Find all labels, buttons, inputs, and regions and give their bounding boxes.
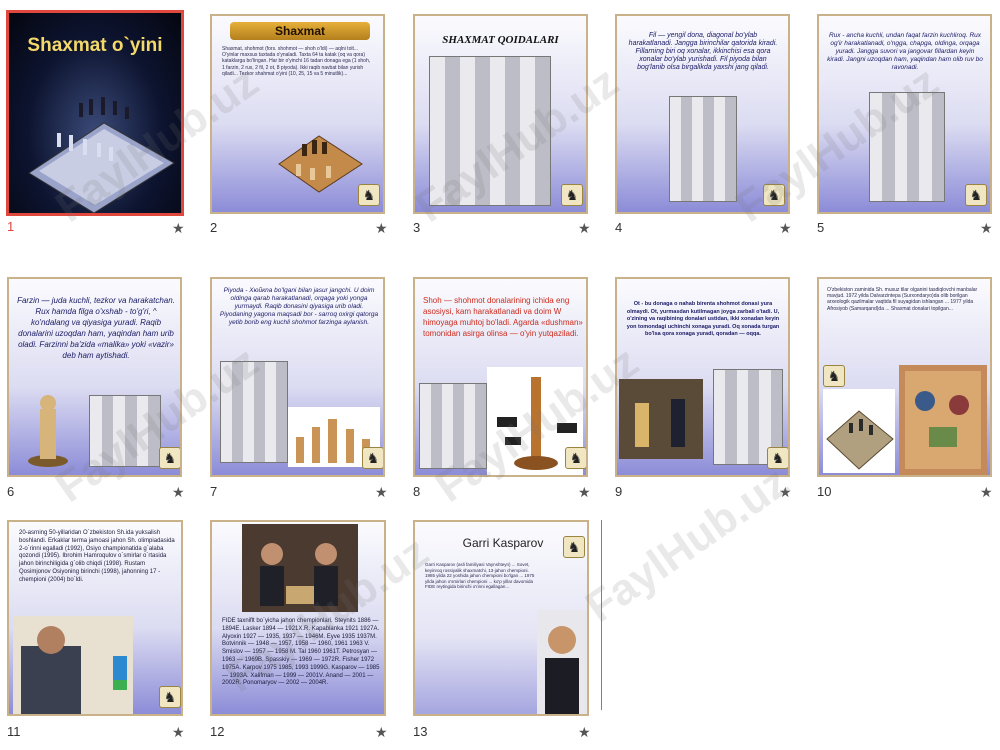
- chessboard-image: [28, 97, 175, 213]
- slide-number-2: 2: [210, 220, 218, 235]
- slide-number-1: 1: [7, 219, 15, 234]
- transition-star-icon[interactable]: ★: [578, 220, 591, 237]
- transition-star-icon[interactable]: ★: [578, 484, 591, 501]
- slide-body-text: Garri Kasparov (asli familiyasi Vaynshte…: [425, 562, 535, 590]
- knight-logo-icon: ♞: [563, 536, 585, 558]
- transition-star-icon[interactable]: ★: [779, 484, 792, 501]
- slide-number-8: 8: [413, 484, 421, 499]
- transition-star-icon[interactable]: ★: [172, 484, 185, 501]
- knight-logo-icon: ♞: [823, 365, 845, 387]
- transition-star-icon[interactable]: ★: [578, 724, 591, 741]
- chessboard-grid: [869, 92, 945, 202]
- knight-logo-icon: ♞: [358, 184, 380, 206]
- players-photo: [242, 524, 358, 612]
- slide-title: Shaxmat o`yini: [27, 35, 163, 56]
- knight-logo-icon: ♞: [159, 686, 181, 708]
- chessboard-grid: [220, 361, 288, 463]
- slide-thumbnail-3[interactable]: SHAXMAT QOIDALARI ♞: [413, 14, 588, 214]
- slide-thumbnail-6[interactable]: Farzin — juda kuchli, tezkor va harakatc…: [7, 277, 182, 477]
- slide-sorter-view: { "watermark": "FaylHub.uz", "selected_s…: [0, 0, 1000, 750]
- slide-thumbnail-10[interactable]: O'zbekiston zaminida Sh. musuz tilar olg…: [817, 277, 992, 477]
- kasparov-photo: [537, 610, 587, 714]
- slide-title: SHAXMAT QOIDALARI: [442, 34, 559, 46]
- slide-thumbnail-4[interactable]: Fil — yengil dona, diagonal bo'ylab hara…: [615, 14, 790, 214]
- transition-star-icon[interactable]: ★: [172, 220, 185, 237]
- slide-body-text: Ot - bu donaga o nahab birenta shohmot d…: [626, 301, 780, 337]
- knight-logo-icon: ♞: [767, 447, 788, 469]
- slide-thumbnail-5[interactable]: Rux - ancha kuchli, undan faqat farzin k…: [817, 14, 992, 214]
- transition-star-icon[interactable]: ★: [779, 220, 792, 237]
- player-photo: [13, 616, 133, 714]
- slide-body-text: Piyoda - Хюйкnа bo'lgani bilan jasur jan…: [219, 287, 379, 326]
- slide-thumbnail-8[interactable]: Shoh — shohmot donalarining ichida eng a…: [413, 277, 588, 477]
- slide-number-9: 9: [615, 484, 623, 499]
- slide-number-4: 4: [615, 220, 623, 235]
- chessboard-grid: [89, 395, 161, 467]
- slide-thumbnail-9[interactable]: Ot - bu donaga o nahab birenta shohmot d…: [615, 277, 790, 477]
- insertion-point: [601, 520, 602, 710]
- slide-body-text: Fil — yengil dona, diagonal bo'ylab hara…: [628, 32, 778, 71]
- slide-number-11: 11: [7, 724, 21, 739]
- transition-star-icon[interactable]: ★: [980, 484, 993, 501]
- chessboard-image: [278, 135, 363, 193]
- knights-image: [619, 379, 703, 459]
- chessboard-grid: [429, 56, 551, 206]
- slide-number-10: 10: [817, 484, 832, 499]
- knight-logo-icon: ♞: [763, 184, 785, 206]
- queen-piece-image: [28, 395, 68, 467]
- transition-star-icon[interactable]: ★: [375, 484, 388, 501]
- slide-thumbnail-12[interactable]: FIDE taxniflt bo`yicha jahon chempionlar…: [210, 520, 386, 716]
- transition-star-icon[interactable]: ★: [172, 724, 185, 741]
- chessboard-image: [823, 389, 895, 473]
- transition-star-icon[interactable]: ★: [375, 220, 388, 237]
- slide-thumbnail-11[interactable]: 20-asrning 50-yillaridan O`zbekiston Sh.…: [7, 520, 183, 716]
- transition-star-icon[interactable]: ★: [980, 220, 993, 237]
- slide-body-text: 20-asrning 50-yillaridan O`zbekiston Sh.…: [19, 530, 175, 583]
- slide-number-12: 12: [210, 724, 225, 739]
- slide-body-text: Shaxmat, shohmot (fors. shohmot — shoh o…: [222, 46, 371, 77]
- slide-number-7: 7: [210, 484, 218, 499]
- slide-body-text: Shoh — shohmot donalarining ichida eng a…: [423, 296, 583, 338]
- knight-logo-icon: ♞: [565, 447, 586, 469]
- miniature-painting-image: [899, 365, 987, 475]
- knight-logo-icon: ♞: [159, 447, 180, 469]
- knight-logo-icon: ♞: [362, 447, 383, 469]
- slide-body-text: O'zbekiston zaminida Sh. musuz tilar olg…: [827, 287, 978, 312]
- slide-number-3: 3: [413, 220, 421, 235]
- chessboard-grid: [669, 96, 737, 202]
- watermark: FaylHub.uz: [576, 457, 798, 632]
- slide-number-6: 6: [7, 484, 15, 499]
- knight-logo-icon: ♞: [965, 184, 987, 206]
- transition-star-icon[interactable]: ★: [375, 724, 388, 741]
- slide-body-text: Rux - ancha kuchli, undan faqat farzin k…: [827, 32, 983, 71]
- slide-body-text: Farzin — juda kuchli, tezkor va harakatc…: [17, 296, 175, 360]
- slide-title: Shaxmat: [230, 22, 370, 40]
- slide-thumbnail-7[interactable]: Piyoda - Хюйкnа bo'lgani bilan jasur jan…: [210, 277, 385, 477]
- knight-logo-icon: ♞: [561, 184, 583, 206]
- slide-number-13: 13: [413, 724, 428, 739]
- slide-number-5: 5: [817, 220, 825, 235]
- slide-thumbnail-2[interactable]: Shaxmat Shaxmat, shohmot (fors. shohmot …: [210, 14, 385, 214]
- chessboard-grid: [419, 383, 487, 469]
- slide-body-text: FIDE taxniflt bo`yicha jahon chempionlar…: [222, 618, 380, 687]
- slide-thumbnail-1[interactable]: Shaxmat o`yini: [6, 10, 184, 216]
- slide-thumbnail-13[interactable]: Garri Kasparov ♞ Garri Kasparov (asli fa…: [413, 520, 589, 716]
